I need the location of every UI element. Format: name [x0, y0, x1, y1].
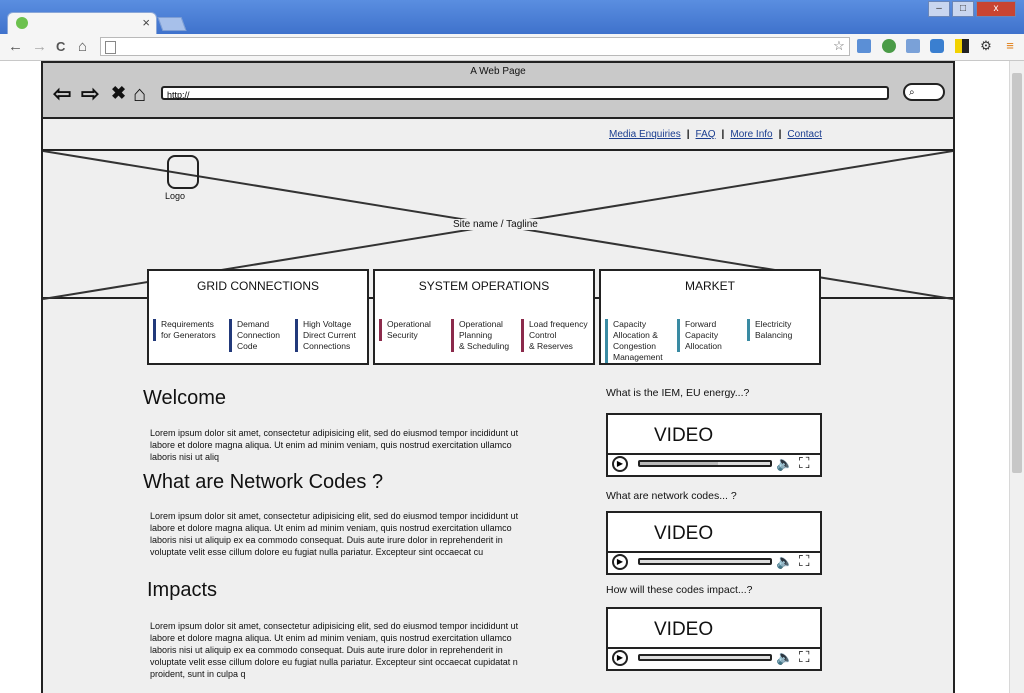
logo-label: Logo: [165, 191, 186, 201]
video-label: VIDEO: [654, 619, 714, 640]
new-tab-button[interactable]: [157, 17, 187, 31]
panel-link[interactable]: Capacity Allocation & Congestion Managem…: [605, 319, 663, 363]
text-line: voluptate velit esse cillum dolore eu fu…: [150, 547, 484, 557]
menu-icon[interactable]: ≡: [1003, 39, 1017, 53]
gear-icon[interactable]: ⚙: [979, 39, 993, 53]
video-player[interactable]: VIDEO ▶ 🔈 ⛶: [606, 607, 822, 671]
wireframe-search-field[interactable]: ⌕: [903, 83, 945, 101]
heading-network-codes: What are Network Codes ?: [143, 471, 384, 493]
impacts-text: Lorem ipsum dolor sit amet, consectetur …: [150, 620, 580, 680]
text-line: proident, sunt in culpa q: [150, 669, 246, 679]
text-line: labore et dolore magna aliqua. Ut enim a…: [150, 633, 512, 643]
panel-link[interactable]: Operational Planning & Scheduling: [451, 319, 509, 352]
video-question: What are network codes... ?: [606, 490, 737, 502]
site-tagline: Site name / Tagline: [451, 219, 540, 230]
panel-title: SYSTEM OPERATIONS: [418, 279, 550, 293]
wireframe-back-icon[interactable]: ⇦: [53, 81, 71, 107]
window-controls: – □ x: [928, 1, 1016, 17]
panel-link[interactable]: Electricity Balancing: [747, 319, 792, 341]
panel-link[interactable]: High Voltage Direct Current Connections: [295, 319, 356, 352]
video-progress-bar[interactable]: [638, 460, 772, 467]
video-question: What is the IEM, EU energy...?: [606, 387, 750, 399]
link-contact[interactable]: Contact: [787, 129, 821, 140]
wireframe-forward-icon[interactable]: ⇨: [81, 81, 99, 107]
video-progress-bar[interactable]: [638, 558, 772, 565]
text-line: labore et dolore magna aliqua. Ut enim a…: [150, 440, 512, 450]
minimize-button[interactable]: –: [928, 1, 950, 17]
heading-welcome: Welcome: [143, 387, 226, 409]
scrollbar-thumb[interactable]: [1012, 73, 1022, 473]
link-media-enquiries[interactable]: Media Enquiries: [609, 129, 681, 140]
scrollbar[interactable]: [1009, 61, 1024, 693]
search-icon: ⌕: [909, 87, 915, 98]
browser-toolbar: ← → C ⌂ ☆ ⚙ ≡: [0, 34, 1024, 61]
heading-impacts: Impacts: [147, 579, 218, 601]
text-line: laboris nisi ut aliq: [150, 452, 220, 462]
welcome-text: Lorem ipsum dolor sit amet, consectetur …: [150, 427, 580, 463]
panel-grid-connections: GRID CONNECTIONS Requirements for Genera…: [147, 269, 369, 365]
play-icon[interactable]: ▶: [612, 554, 628, 570]
browser-titlebar: × – □ x: [0, 0, 1024, 34]
address-bar[interactable]: [100, 37, 850, 56]
text-line: voluptate velit esse cillum dolore eu fu…: [150, 657, 518, 667]
panel-market: MARKET Capacity Allocation & Congestion …: [599, 269, 821, 365]
back-icon[interactable]: ←: [8, 38, 23, 55]
maximize-button[interactable]: □: [952, 1, 974, 17]
fullscreen-icon[interactable]: ⛶: [799, 553, 810, 570]
extension-icon-1[interactable]: [857, 39, 871, 53]
wireframe-window: A Web Page ⇦ ⇨ ✖ ⌂ http:// ⌕ Media Enqui…: [41, 61, 955, 693]
text-line: labore et dolore magna aliqua. Ut enim a…: [150, 523, 512, 533]
video-label: VIDEO: [654, 425, 714, 446]
reload-icon[interactable]: C: [56, 39, 65, 54]
text-line: Lorem ipsum dolor sit amet, consectetur …: [150, 428, 519, 438]
panel-link[interactable]: Operational Security: [379, 319, 431, 341]
home-icon[interactable]: ⌂: [78, 38, 87, 55]
utility-links: Media Enquiries | FAQ | More Info | Contact: [609, 129, 822, 140]
panel-link[interactable]: Forward Capacity Allocation: [677, 319, 722, 352]
play-icon[interactable]: ▶: [612, 650, 628, 666]
link-more-info[interactable]: More Info: [730, 129, 772, 140]
volume-icon[interactable]: 🔈: [776, 553, 793, 570]
panel-link[interactable]: Demand Connection Code: [229, 319, 280, 352]
extension-icon-3[interactable]: [906, 39, 920, 53]
close-window-button[interactable]: x: [976, 1, 1016, 17]
panel-link[interactable]: Load frequency Control & Reserves: [521, 319, 588, 352]
play-icon[interactable]: ▶: [612, 456, 628, 472]
network-codes-text: Lorem ipsum dolor sit amet, consectetur …: [150, 510, 580, 558]
wireframe-home-icon[interactable]: ⌂: [133, 81, 146, 107]
text-line: Lorem ipsum dolor sit amet, consectetur …: [150, 511, 519, 521]
extension-icon-2[interactable]: [882, 39, 896, 53]
text-line: laboris nisi ut aliquip ex ea commodo co…: [150, 645, 503, 655]
favicon-icon: [16, 17, 28, 29]
panel-title: GRID CONNECTIONS: [196, 279, 319, 293]
extension-icon-4[interactable]: [930, 39, 944, 53]
panel-system-operations: SYSTEM OPERATIONS Operational Security O…: [373, 269, 595, 365]
volume-icon[interactable]: 🔈: [776, 649, 793, 666]
text-line: laboris nisi ut aliquip ex ea commodo co…: [150, 535, 503, 545]
video-label: VIDEO: [654, 523, 714, 544]
volume-icon[interactable]: 🔈: [776, 455, 793, 472]
text-line: Lorem ipsum dolor sit amet, consectetur …: [150, 621, 519, 631]
video-player[interactable]: VIDEO ▶ 🔈 ⛶: [606, 511, 822, 575]
browser-tab[interactable]: ×: [7, 12, 157, 34]
wireframe-stop-icon[interactable]: ✖: [111, 83, 126, 104]
page-icon: [105, 41, 116, 54]
forward-icon[interactable]: →: [32, 38, 47, 55]
panel-title: MARKET: [684, 279, 735, 293]
extension-icon-5[interactable]: [955, 39, 969, 53]
bookmark-star-icon[interactable]: ☆: [832, 39, 846, 53]
video-question: How will these codes impact...?: [606, 584, 753, 596]
fullscreen-icon[interactable]: ⛶: [799, 649, 810, 666]
panel-link[interactable]: Requirements for Generators: [153, 319, 216, 341]
link-faq[interactable]: FAQ: [696, 129, 716, 140]
wireframe-titlebar: A Web Page ⇦ ⇨ ✖ ⌂ http:// ⌕: [43, 63, 953, 119]
video-progress-bar[interactable]: [638, 654, 772, 661]
wireframe-url-field[interactable]: http://: [161, 86, 889, 100]
fullscreen-icon[interactable]: ⛶: [799, 455, 810, 472]
tab-close-icon[interactable]: ×: [142, 15, 150, 30]
logo-placeholder[interactable]: [167, 155, 199, 189]
video-progress-fill: [640, 462, 718, 465]
video-player[interactable]: VIDEO ▶ 🔈 ⛶: [606, 413, 822, 477]
wireframe-window-title: A Web Page: [470, 66, 526, 77]
